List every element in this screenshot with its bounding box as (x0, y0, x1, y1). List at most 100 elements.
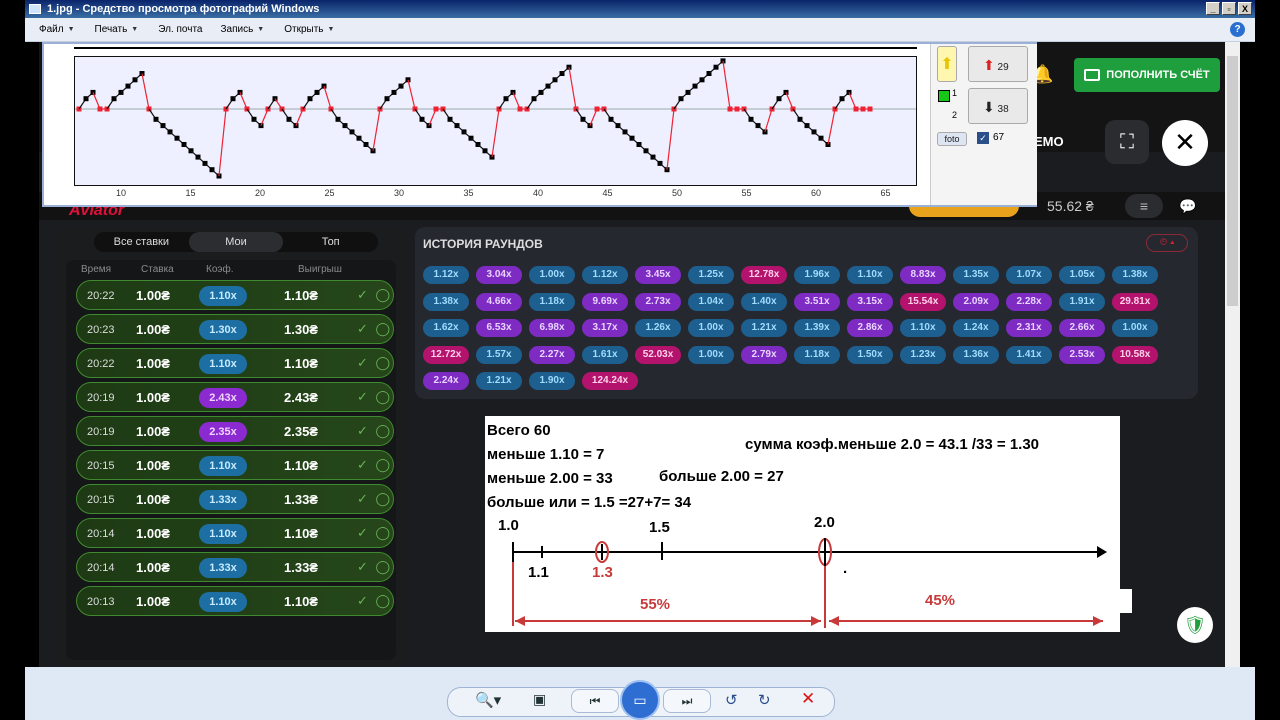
history-chip[interactable]: 124.24x (582, 372, 638, 390)
history-chip[interactable]: 10.58x (1112, 345, 1158, 364)
actual-size-icon[interactable]: ▣ (533, 691, 546, 708)
zoom-icon[interactable]: 🔍▾ (475, 691, 501, 709)
menu-print[interactable]: Печать (95, 24, 128, 35)
history-chip[interactable]: 1.05x (1059, 266, 1105, 284)
history-chip[interactable]: 1.21x (476, 372, 522, 390)
history-chip[interactable]: 9.69x (582, 292, 628, 311)
history-chip[interactable]: 29.81x (1112, 292, 1158, 311)
history-chip[interactable]: 1.25x (688, 266, 734, 284)
tab-top[interactable]: Топ (283, 232, 378, 252)
history-chip[interactable]: 1.35x (953, 266, 999, 284)
history-chip[interactable]: 6.98x (529, 319, 575, 337)
history-chip[interactable]: 2.09x (953, 292, 999, 311)
tab-my-bets[interactable]: Мои (188, 232, 284, 252)
history-toggle-button[interactable]: ⏲ ▴ (1146, 234, 1188, 252)
history-chip[interactable]: 1.50x (847, 345, 893, 364)
close-icon[interactable]: ✕ (1162, 120, 1208, 166)
menu-icon[interactable]: ≡ (1125, 194, 1163, 218)
history-chip[interactable]: 1.57x (476, 345, 522, 364)
menu-open[interactable]: Открыть (284, 24, 323, 35)
fairness-icon[interactable]: ✓ ◯ (357, 389, 392, 405)
history-chip[interactable]: 1.07x (1006, 266, 1052, 284)
history-chip[interactable]: 2.31x (1006, 319, 1052, 337)
history-chip[interactable]: 4.66x (476, 292, 522, 311)
history-chip[interactable]: 1.24x (953, 319, 999, 337)
history-chip[interactable]: 1.00x (688, 345, 734, 364)
fairness-icon[interactable]: ✓ ◯ (357, 355, 392, 371)
foto-button[interactable]: foto (937, 132, 967, 146)
checkbox-icon[interactable]: ✓ (977, 132, 989, 144)
history-chip[interactable]: 2.73x (635, 292, 681, 311)
vertical-scrollbar[interactable] (1225, 42, 1240, 667)
history-chip[interactable]: 3.45x (635, 266, 681, 284)
history-chip[interactable]: 1.12x (582, 266, 628, 284)
menu-burn[interactable]: Запись (220, 24, 253, 35)
up-count-button[interactable]: ⬆ 29 (968, 46, 1028, 82)
menu-file[interactable]: Файл (39, 24, 64, 35)
fairness-icon[interactable]: ✓ ◯ (357, 287, 392, 303)
history-chip[interactable]: 1.18x (794, 345, 840, 364)
fairness-icon[interactable]: ✓ ◯ (357, 593, 392, 609)
history-chip[interactable]: 1.41x (1006, 345, 1052, 364)
history-chip[interactable]: 1.23x (900, 345, 946, 364)
minimize-button[interactable]: _ (1206, 2, 1220, 15)
rotate-left-icon[interactable]: ↺ (725, 691, 738, 709)
history-chip[interactable]: 1.96x (794, 266, 840, 284)
history-chip[interactable]: 1.26x (635, 319, 681, 337)
history-chip[interactable]: 1.00x (529, 266, 575, 284)
scroll-thumb[interactable] (1227, 56, 1238, 306)
history-chip[interactable]: 1.10x (847, 266, 893, 284)
history-chip[interactable]: 1.38x (423, 292, 469, 311)
history-chip[interactable]: 1.90x (529, 372, 575, 390)
history-chip[interactable]: 1.62x (423, 319, 469, 337)
history-chip[interactable]: 2.86x (847, 319, 893, 337)
fairness-icon[interactable]: ✓ ◯ (357, 525, 392, 541)
fairness-icon[interactable]: ✓ ◯ (357, 423, 392, 439)
previous-icon[interactable]: ⏮ (571, 689, 619, 713)
history-chip[interactable]: 1.38x (1112, 266, 1158, 284)
demo-label[interactable]: ЕМО (1034, 134, 1064, 149)
history-chip[interactable]: 1.91x (1059, 292, 1105, 311)
history-chip[interactable]: 2.27x (529, 345, 575, 364)
pin-icon[interactable]: ⬆ (937, 46, 957, 82)
history-chip[interactable]: 1.39x (794, 319, 840, 337)
history-chip[interactable]: 12.78x (741, 266, 787, 284)
help-icon[interactable]: ? (1230, 22, 1245, 37)
history-chip[interactable]: 3.04x (476, 266, 522, 284)
history-chip[interactable]: 1.40x (741, 292, 787, 311)
history-chip[interactable]: 1.12x (423, 266, 469, 284)
history-chip[interactable]: 3.17x (582, 319, 628, 337)
shield-icon[interactable]: 🛡 (1177, 607, 1213, 643)
history-chip[interactable]: 3.15x (847, 292, 893, 311)
restore-button[interactable]: ▫ (1222, 2, 1236, 15)
close-window-button[interactable]: X (1238, 2, 1252, 15)
fairness-icon[interactable]: ✓ ◯ (357, 559, 392, 575)
history-chip[interactable]: 2.53x (1059, 345, 1105, 364)
history-chip[interactable]: 1.21x (741, 319, 787, 337)
fullscreen-icon[interactable]: ⛶ (1105, 120, 1149, 164)
chat-icon[interactable]: 💬 (1171, 194, 1205, 218)
history-chip[interactable]: 8.83x (900, 266, 946, 284)
history-chip[interactable]: 12.72x (423, 345, 469, 364)
delete-icon[interactable]: ✕ (801, 689, 815, 709)
deposit-button[interactable]: ПОПОЛНИТЬ СЧЁТ (1074, 58, 1220, 92)
history-chip[interactable]: 6.53x (476, 319, 522, 337)
next-icon[interactable]: ⏭ (663, 689, 711, 713)
history-chip[interactable]: 1.00x (688, 319, 734, 337)
history-chip[interactable]: 2.66x (1059, 319, 1105, 337)
fairness-icon[interactable]: ✓ ◯ (357, 321, 392, 337)
rotate-right-icon[interactable]: ↻ (758, 691, 771, 709)
history-chip[interactable]: 1.04x (688, 292, 734, 311)
history-chip[interactable]: 15.54x (900, 292, 946, 311)
history-chip[interactable]: 1.18x (529, 292, 575, 311)
history-chip[interactable]: 1.36x (953, 345, 999, 364)
history-chip[interactable]: 1.61x (582, 345, 628, 364)
menu-email[interactable]: Эл. почта (158, 24, 202, 35)
history-chip[interactable]: 52.03x (635, 345, 681, 364)
history-chip[interactable]: 1.10x (900, 319, 946, 337)
history-chip[interactable]: 3.51x (794, 292, 840, 311)
tab-all-bets[interactable]: Все ставки (94, 232, 189, 252)
history-chip[interactable]: 2.24x (423, 372, 469, 390)
history-chip[interactable]: 1.00x (1112, 319, 1158, 337)
down-count-button[interactable]: ⬇ 38 (968, 88, 1028, 124)
